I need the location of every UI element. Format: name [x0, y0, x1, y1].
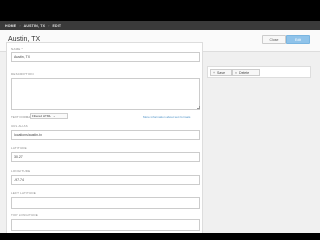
left-latitude-field[interactable] — [11, 197, 200, 209]
resize-grip-icon[interactable] — [197, 106, 200, 109]
text-format-select[interactable]: Filtered HTML ⌄ — [30, 113, 68, 119]
breadcrumb-edit: EDIT — [52, 23, 62, 28]
breadcrumb-separator-icon: › — [19, 23, 21, 28]
close-button[interactable]: Close — [262, 35, 286, 44]
breadcrumb-home[interactable]: HOME — [5, 24, 16, 28]
edit-form: NAME * Austin, TX DESCRIPTION TEXT FORMA… — [6, 42, 203, 233]
breadcrumb-location[interactable]: AUSTIN, TX — [24, 24, 45, 28]
longitude-field[interactable]: -97.74 — [11, 175, 200, 185]
latitude-field[interactable]: 30.27 — [11, 152, 200, 162]
text-format-label: TEXT FORMAT — [11, 115, 32, 119]
actions-panel: + Save × Delete — [207, 66, 311, 78]
description-label: DESCRIPTION — [11, 72, 34, 76]
edit-button[interactable]: Edit — [286, 35, 310, 44]
name-field[interactable]: Austin, TX — [11, 52, 200, 62]
plus-icon: + — [213, 70, 216, 75]
url-alias-field[interactable]: locations/austin-tx — [11, 130, 200, 140]
save-button[interactable]: + Save — [210, 69, 232, 76]
chevron-down-icon: ⌄ — [53, 114, 56, 118]
breadcrumb: HOME › AUSTIN, TX › EDIT — [0, 21, 320, 30]
delete-label: Delete — [239, 70, 250, 75]
breadcrumb-separator-icon: › — [48, 23, 50, 28]
text-format-value: Filtered HTML — [32, 114, 52, 118]
screen: HOME › AUSTIN, TX › EDIT Austin, TX Clos… — [0, 0, 320, 240]
save-label: Save — [217, 70, 226, 75]
url-alias-label: URL ALIAS — [11, 124, 28, 128]
description-field[interactable] — [11, 78, 200, 110]
delete-button[interactable]: × Delete — [232, 69, 260, 76]
longitude-label: LONGITUDE — [11, 169, 31, 173]
left-latitude-label: LEFT LATITUDE — [11, 191, 36, 195]
text-format-help-link[interactable]: More information about text formats — [143, 115, 190, 119]
top-longitude-label: TOP LONGITUDE — [11, 213, 38, 217]
app-window: HOME › AUSTIN, TX › EDIT Austin, TX Clos… — [0, 21, 320, 233]
top-longitude-field[interactable] — [11, 219, 200, 231]
latitude-label: LATITUDE — [11, 146, 27, 150]
times-icon: × — [235, 70, 238, 75]
name-label: NAME * — [11, 47, 23, 51]
